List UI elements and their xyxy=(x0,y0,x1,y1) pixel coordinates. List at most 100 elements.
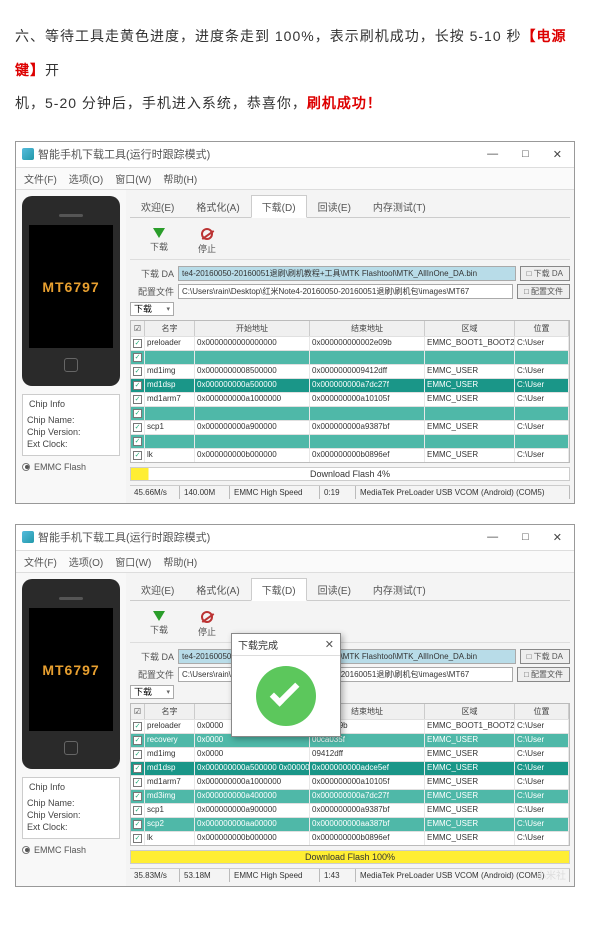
table-row[interactable]: ✓md1arm70x000000000a10000000x000000000a1… xyxy=(131,775,569,789)
table-row[interactable]: ✓ xyxy=(131,406,569,420)
row-checkbox[interactable]: ✓ xyxy=(133,736,142,745)
scatter-path-input[interactable]: C:\Users\rain\Desktop\红米Note4-20160050-2… xyxy=(178,667,513,682)
download-mode-select[interactable]: 下载▾ xyxy=(130,685,174,699)
browse-da-button[interactable]: □ 下载 DA xyxy=(520,266,570,281)
row-checkbox[interactable]: ✓ xyxy=(133,451,142,460)
region: EMMC_BOOT1_BOOT2 xyxy=(425,337,515,350)
download-button[interactable]: 下载 xyxy=(150,228,168,255)
table-row[interactable]: ✓md1dsp0x000000000a500000 0x000000000a7d… xyxy=(131,761,569,775)
row-checkbox[interactable]: ✓ xyxy=(133,834,142,843)
row-checkbox[interactable]: ✓ xyxy=(133,764,142,773)
row-checkbox[interactable]: ✓ xyxy=(133,750,142,759)
tab-format[interactable]: 格式化(A) xyxy=(185,195,250,218)
table-row[interactable]: ✓ xyxy=(131,350,569,364)
menu-help[interactable]: 帮助(H) xyxy=(163,171,197,186)
scatter-path-input[interactable]: C:\Users\rain\Desktop\红米Note4-20160050-2… xyxy=(178,284,513,299)
row-checkbox[interactable]: ✓ xyxy=(133,423,142,432)
partition-name: md3img xyxy=(145,790,195,803)
window-title: 智能手机下载工具(运行时跟踪模式) xyxy=(38,529,210,545)
minimize-button[interactable]: — xyxy=(481,146,504,163)
download-button[interactable]: 下载 xyxy=(150,611,168,638)
table-row[interactable]: ✓md1arm70x000000000a10000000x000000000a1… xyxy=(131,392,569,406)
partition-name: preloader xyxy=(145,337,195,350)
download-mode-select[interactable]: 下载▾ xyxy=(130,302,174,316)
tab-download[interactable]: 下载(D) xyxy=(251,195,307,218)
row-checkbox[interactable]: ✓ xyxy=(133,409,142,418)
row-checkbox[interactable]: ✓ xyxy=(133,395,142,404)
menu-window[interactable]: 窗口(W) xyxy=(115,171,151,186)
menu-options[interactable]: 选项(O) xyxy=(69,171,103,186)
table-row[interactable]: ✓md1img0x00000000085000000x0000000009412… xyxy=(131,364,569,378)
row-checkbox[interactable]: ✓ xyxy=(133,820,142,829)
row-checkbox[interactable]: ✓ xyxy=(133,367,142,376)
row-checkbox[interactable]: ✓ xyxy=(133,381,142,390)
row-checkbox[interactable]: ✓ xyxy=(133,778,142,787)
tab-welcome[interactable]: 欢迎(E) xyxy=(130,195,185,218)
close-button[interactable]: ✕ xyxy=(547,529,568,546)
table-row[interactable]: ✓ xyxy=(131,434,569,448)
tab-readback[interactable]: 回读(E) xyxy=(307,195,362,218)
partition-name: lk xyxy=(145,832,195,845)
browse-scatter-button[interactable]: □ 配置文件 xyxy=(517,284,570,299)
table-row[interactable]: ✓md1img0x000009412dffEMMC_USERC:\User xyxy=(131,747,569,761)
emmc-flash-radio[interactable]: EMMC Flash xyxy=(22,845,120,855)
table-row[interactable]: ✓preloader0x00000000000000000x0000000000… xyxy=(131,336,569,350)
region xyxy=(425,407,515,420)
row-checkbox[interactable]: ✓ xyxy=(133,806,142,815)
menu-help[interactable]: 帮助(H) xyxy=(163,554,197,569)
app-icon xyxy=(22,531,34,543)
header-checkbox[interactable]: ☑ xyxy=(131,321,145,336)
browse-scatter-button[interactable]: □ 配置文件 xyxy=(517,667,570,682)
row-checkbox[interactable]: ✓ xyxy=(133,722,142,731)
maximize-button[interactable]: □ xyxy=(516,146,535,163)
header-checkbox[interactable]: ☑ xyxy=(131,704,145,719)
tab-readback[interactable]: 回读(E) xyxy=(307,578,362,601)
table-row[interactable]: ✓lk0x000000000b0000000x000000000b0896efE… xyxy=(131,448,569,462)
region: EMMC_USER xyxy=(425,365,515,378)
table-row[interactable]: ✓md1dsp0x000000000a5000000x000000000a7dc… xyxy=(131,378,569,392)
table-row[interactable]: ✓md3img0x000000000a4000000x000000000a7dc… xyxy=(131,789,569,803)
table-row[interactable]: ✓recovery0x000000ca035fEMMC_USERC:\User xyxy=(131,733,569,747)
dialog-close-button[interactable]: ✕ xyxy=(325,638,334,651)
end-address: 0x000000000a7dc27f xyxy=(310,790,425,803)
row-checkbox[interactable]: ✓ xyxy=(133,437,142,446)
minimize-button[interactable]: — xyxy=(481,529,504,546)
chip-info-panel: Chip Info Chip Name: Chip Version: Ext C… xyxy=(22,394,120,456)
tab-welcome[interactable]: 欢迎(E) xyxy=(130,578,185,601)
maximize-button[interactable]: □ xyxy=(516,529,535,546)
browse-da-button[interactable]: □ 下载 DA xyxy=(520,649,570,664)
window-title: 智能手机下载工具(运行时跟踪模式) xyxy=(38,146,210,162)
table-row[interactable]: ✓scp20x000000000aa000000x000000000aa387b… xyxy=(131,817,569,831)
region: EMMC_BOOT1_BOOT2 xyxy=(425,720,515,733)
menu-file[interactable]: 文件(F) xyxy=(24,171,57,186)
tab-memtest[interactable]: 内存测试(T) xyxy=(362,195,437,218)
row-checkbox[interactable]: ✓ xyxy=(133,353,142,362)
row-checkbox[interactable]: ✓ xyxy=(133,339,142,348)
emmc-flash-radio[interactable]: EMMC Flash xyxy=(22,462,120,472)
start-address: 0x000000000a500000 xyxy=(195,379,310,392)
region: EMMC_USER xyxy=(425,818,515,831)
menu-file[interactable]: 文件(F) xyxy=(24,554,57,569)
menu-window[interactable]: 窗口(W) xyxy=(115,554,151,569)
stop-button[interactable]: 停止 xyxy=(198,611,216,638)
menu-options[interactable]: 选项(O) xyxy=(69,554,103,569)
end-address: 0x000000000a9387bf xyxy=(310,804,425,817)
row-checkbox[interactable]: ✓ xyxy=(133,792,142,801)
da-path-input[interactable]: te4-20160050-20160051退刷\刷机教程+工具\MTK Flas… xyxy=(178,649,516,664)
table-row[interactable]: ✓lk0x000000000b0000000x000000000b0896efE… xyxy=(131,831,569,845)
tab-memtest[interactable]: 内存测试(T) xyxy=(362,578,437,601)
stop-button[interactable]: 停止 xyxy=(198,228,216,255)
da-path-input[interactable]: te4-20160050-20160051退刷\刷机教程+工具\MTK Flas… xyxy=(178,266,516,281)
tab-download[interactable]: 下载(D) xyxy=(251,578,307,601)
status-bar: 35.83M/s 53.18M EMMC High Speed 1:43 Med… xyxy=(130,868,570,882)
region: EMMC_USER xyxy=(425,790,515,803)
progress-bar: Download Flash 4% xyxy=(130,467,570,481)
success-check-icon xyxy=(256,666,316,726)
partition-name: md1dsp xyxy=(145,379,195,392)
table-row[interactable]: ✓preloader0x00000002e09bEMMC_BOOT1_BOOT2… xyxy=(131,719,569,733)
table-row[interactable]: ✓scp10x000000000a9000000x000000000a9387b… xyxy=(131,420,569,434)
table-row[interactable]: ✓scp10x000000000a9000000x000000000a9387b… xyxy=(131,803,569,817)
tab-format[interactable]: 格式化(A) xyxy=(185,578,250,601)
end-address: 0x000000000a9387bf xyxy=(310,421,425,434)
close-button[interactable]: ✕ xyxy=(547,146,568,163)
